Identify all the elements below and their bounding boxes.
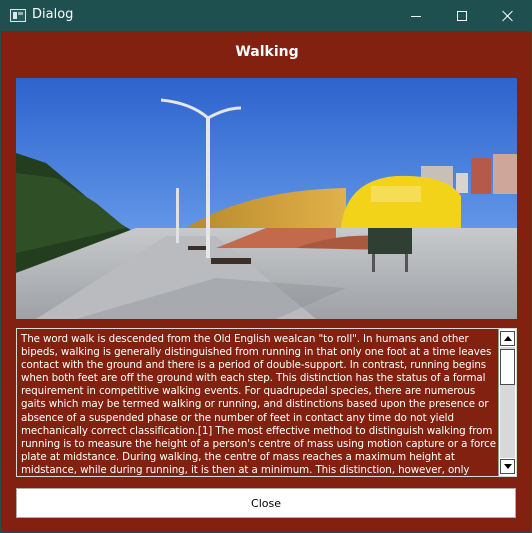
scroll-thumb[interactable] — [500, 349, 515, 385]
close-button[interactable]: Close — [16, 488, 516, 518]
park-walkway-photo — [16, 78, 517, 319]
window-close-button[interactable] — [485, 1, 531, 31]
close-icon — [502, 10, 514, 22]
article-text: The word walk is descended from the Old … — [21, 333, 496, 476]
dialog-window: Dialog Walking The word walk is descende… — [0, 0, 532, 533]
minimize-icon — [411, 15, 421, 17]
window-app-icon — [10, 9, 26, 22]
minimize-button[interactable] — [393, 1, 439, 31]
scroll-down-arrow-icon[interactable] — [500, 459, 515, 474]
article-textbox[interactable]: The word walk is descended from the Old … — [16, 328, 517, 477]
maximize-icon — [457, 11, 467, 21]
window-title: Dialog — [32, 7, 74, 22]
dialog-heading: Walking — [235, 44, 299, 60]
title-bar[interactable]: Dialog — [1, 1, 532, 31]
photo-illustration — [16, 78, 517, 319]
vertical-scrollbar[interactable] — [498, 329, 516, 476]
scroll-up-arrow-icon[interactable] — [500, 331, 515, 346]
maximize-button[interactable] — [439, 1, 485, 31]
